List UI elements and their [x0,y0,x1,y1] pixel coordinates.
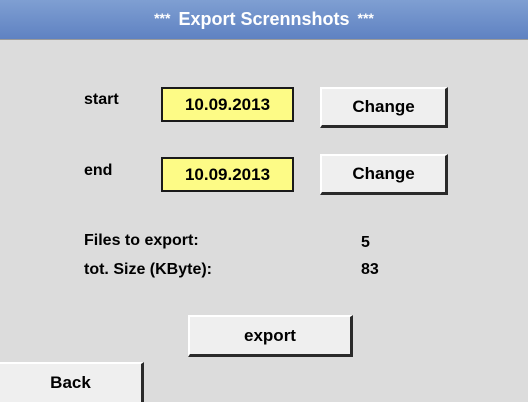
title-stars-left: *** [154,9,171,26]
end-label: end [84,162,113,179]
end-change-button[interactable]: Change [320,154,448,195]
end-date-field[interactable]: 10.09.2013 [161,157,294,192]
files-to-export-value: 5 [361,234,370,251]
back-button[interactable]: Back [0,362,144,402]
total-size-value: 83 [361,261,379,278]
export-button[interactable]: export [188,315,353,357]
start-label: start [84,91,119,108]
total-size-label: tot. Size (KByte): [84,261,212,278]
start-date-field[interactable]: 10.09.2013 [161,87,294,122]
title-bar: *** Export Scrennshots *** [0,0,528,40]
page-title: Export Scrennshots [178,9,350,29]
title-stars-right: *** [357,9,374,26]
start-change-button[interactable]: Change [320,87,448,128]
files-to-export-label: Files to export: [84,232,199,249]
